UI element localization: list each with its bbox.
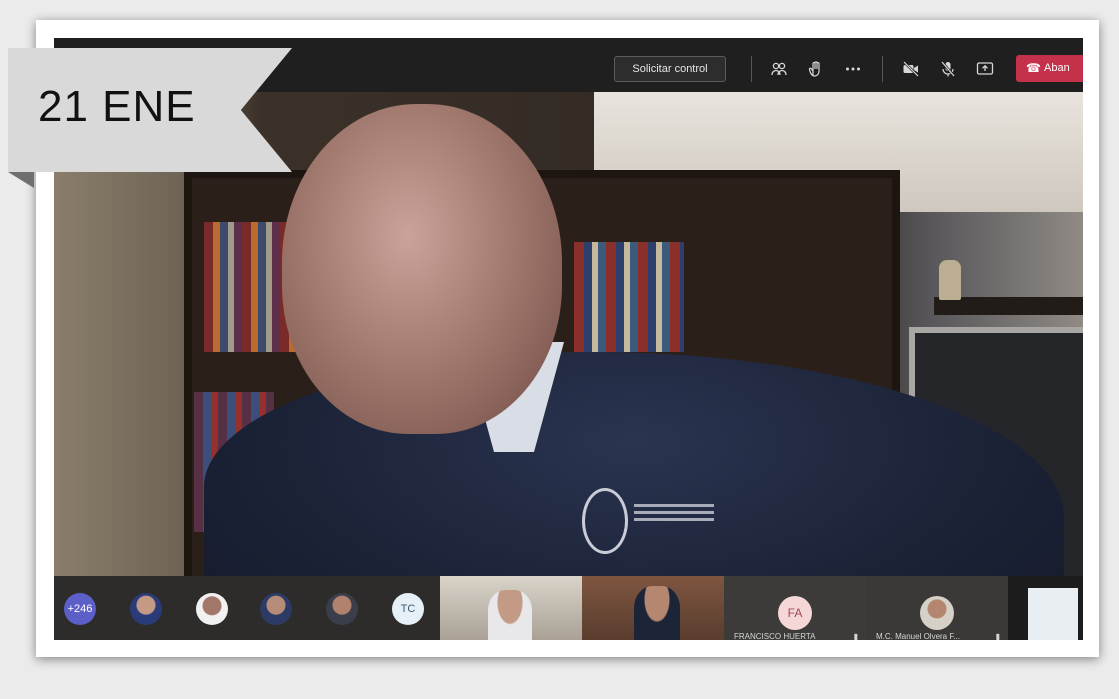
participant-avatar [920,596,954,630]
raise-hand-icon[interactable] [807,60,825,78]
toolbar-divider [751,56,752,82]
participant-overflow-count[interactable]: +246 [64,593,96,625]
participant-initials-avatar[interactable]: TC [392,593,424,625]
jacket-logo-lettering [634,504,714,524]
request-control-button[interactable]: Solicitar control [614,56,726,82]
date-label: 21 ENE [38,82,196,131]
date-banner-fold [8,172,34,188]
participant-avatar[interactable] [326,593,358,625]
participant-avatar[interactable] [196,593,228,625]
mic-muted-icon: ▮ [853,632,858,640]
share-screen-icon[interactable] [976,60,994,78]
participant-video-tile[interactable] [582,576,724,640]
participant-video-tile[interactable]: FA FRANCISCO HUERTA ▮ [724,576,866,640]
participant-name: M.C. Manuel Olvera F... [876,632,961,640]
participant-initials-avatar: FA [778,596,812,630]
toolbar-divider [882,56,883,82]
participant-person [488,590,532,640]
leave-button[interactable]: ☎ Aban [1016,55,1083,82]
mic-muted-icon: ▮ [995,632,1000,640]
mic-off-icon[interactable] [939,60,957,78]
shared-document-thumbnail [1028,588,1078,640]
participant-video-tile[interactable]: M.C. Manuel Olvera F... ▮ [866,576,1008,640]
video-books [574,242,684,352]
participant-person [634,586,680,640]
participant-avatar[interactable] [130,593,162,625]
participant-video-tile[interactable] [440,576,582,640]
participant-avatar[interactable] [260,593,292,625]
jacket-logo [582,488,628,554]
speaker-head [282,104,562,434]
participants-icon[interactable] [770,60,788,78]
phone-hangup-icon: ☎ [1026,61,1041,75]
video-off-icon[interactable] [902,60,920,78]
shared-content-tile[interactable] [1008,576,1083,640]
more-options-icon[interactable] [844,60,862,78]
leave-label: Aban [1044,62,1070,74]
video-figurine [939,260,961,300]
participant-name: FRANCISCO HUERTA [734,632,816,640]
participant-strip: +246 TC FA FRANCISCO HUERTA ▮ M.C. Manue… [54,576,1083,640]
